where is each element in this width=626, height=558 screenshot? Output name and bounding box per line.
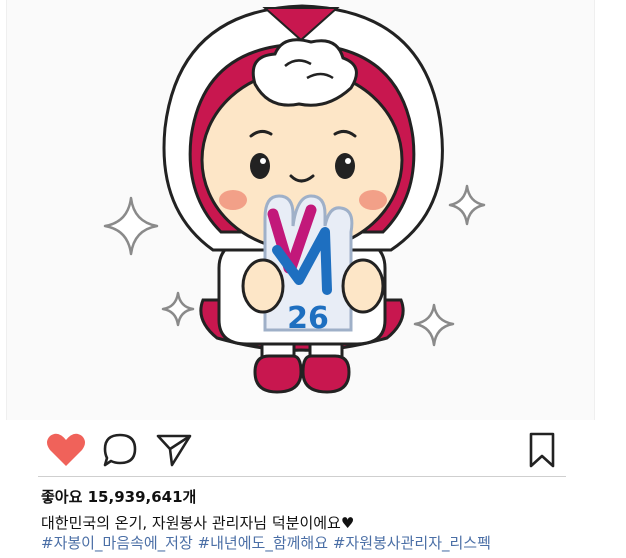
bookmark-icon xyxy=(529,432,555,468)
hashtag-link[interactable]: #내년에도_함께해요 xyxy=(198,534,328,552)
badge-number: 26 xyxy=(287,301,329,336)
post-caption: 대한민국의 온기, 자원봉사 관리자님 덕분이에요♥ xyxy=(41,514,355,532)
share-button[interactable] xyxy=(154,430,194,470)
likes-count[interactable]: 좋아요 15,939,641개 xyxy=(41,486,196,507)
instagram-post: 26 좋아요 15,939,641개 대한민국의 온기, 자원봉사 관리자님 덕… xyxy=(0,0,626,558)
post-image[interactable]: 26 xyxy=(7,0,594,420)
speech-bubble-icon xyxy=(103,433,137,467)
hashtag-link[interactable]: #자봉이_마음속에_저장 xyxy=(41,534,193,552)
volunteer-badge: 26 xyxy=(263,194,354,336)
divider xyxy=(38,476,566,477)
hashtag-link[interactable]: #자원봉사관리자_리스펙 xyxy=(333,534,491,552)
hashtag-list: #자봉이_마음속에_저장 #내년에도_함께해요 #자원봉사관리자_리스펙 xyxy=(41,532,491,553)
mascot-illustration: 26 xyxy=(103,4,486,394)
comment-button[interactable] xyxy=(100,430,140,470)
paper-plane-icon xyxy=(156,434,192,467)
like-button[interactable] xyxy=(46,430,86,470)
heart-icon xyxy=(47,433,85,466)
post-actions-bar xyxy=(38,424,566,476)
post-border-right xyxy=(594,0,595,420)
save-button[interactable] xyxy=(522,430,562,470)
